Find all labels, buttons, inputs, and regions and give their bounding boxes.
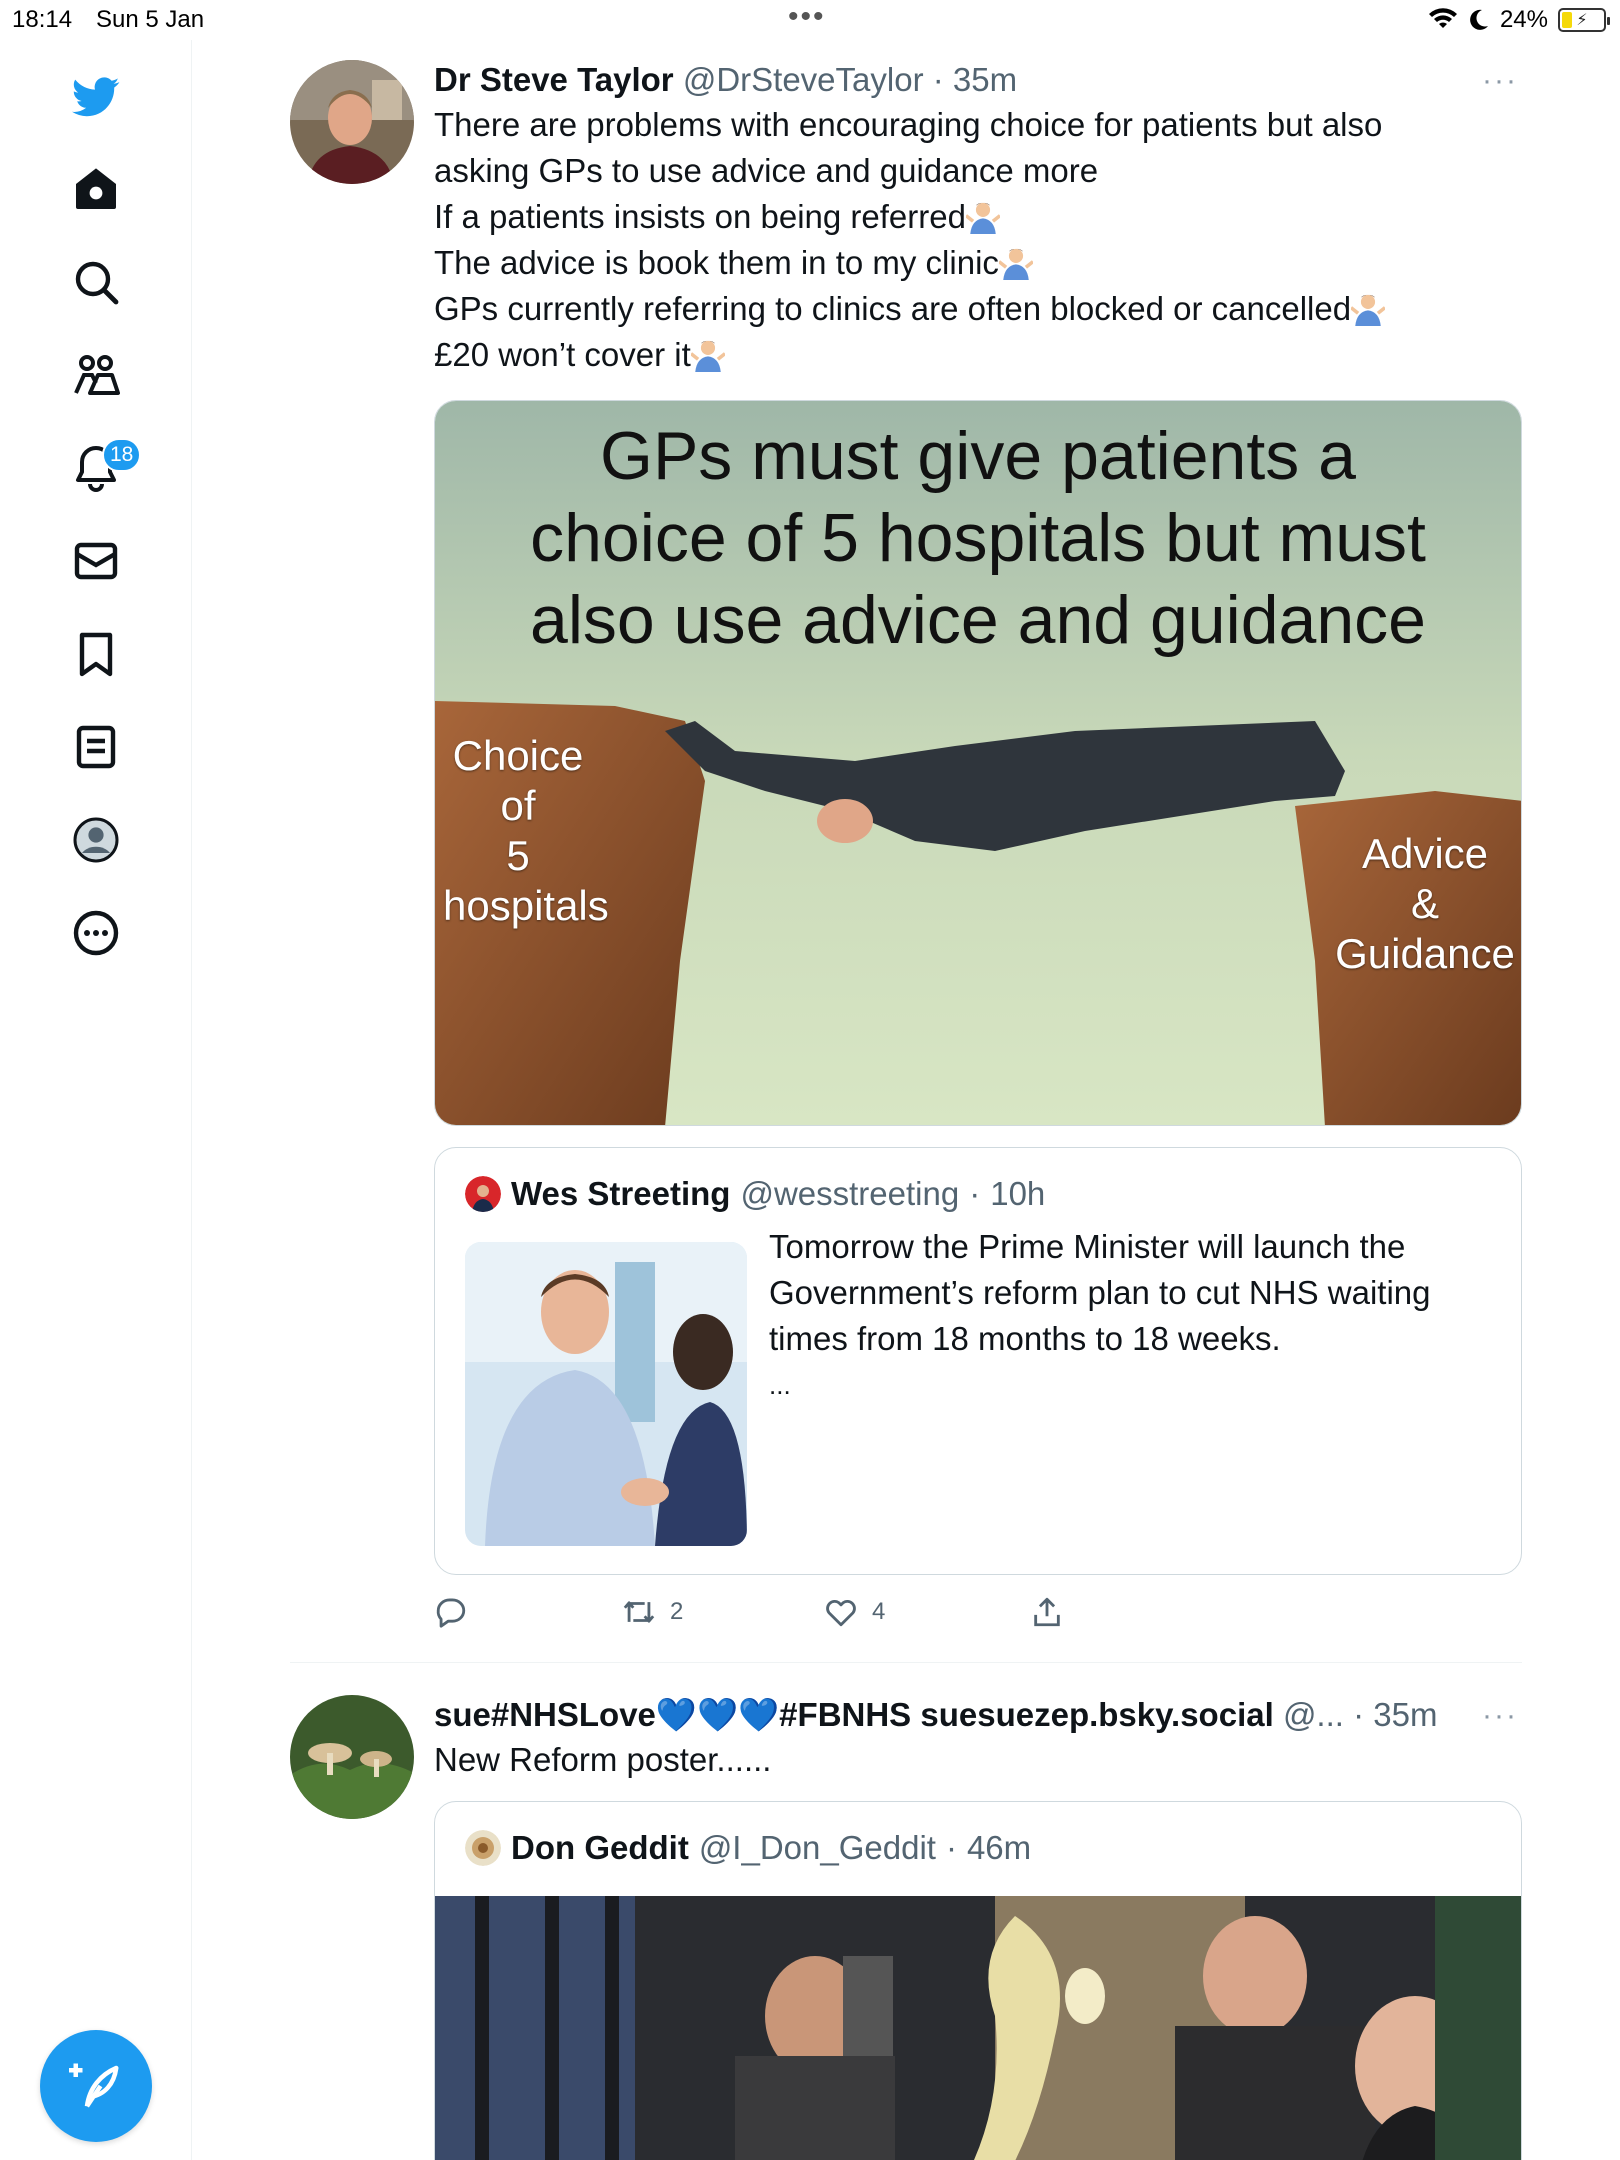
battery-percent: 24% xyxy=(1499,6,1548,33)
status-bar: 18:14 Sun 5 Jan ••• 24% ⚡ xyxy=(0,0,1620,40)
mail-icon xyxy=(74,542,118,580)
quoted-author-name: Don Geddit xyxy=(511,1829,689,1866)
more-options-icon[interactable]: ··· xyxy=(1482,1699,1518,1733)
man-shrugging-emoji-icon xyxy=(690,340,725,372)
tweet-body: Dr Steve Taylor @DrSteveTaylor · 35m ···… xyxy=(434,60,1522,1628)
do-not-disturb-moon-icon xyxy=(1470,9,1488,30)
like-count: 4 xyxy=(872,1598,886,1625)
tweet-actions: 2 4 xyxy=(434,1595,1134,1639)
retweet-button[interactable]: 2 xyxy=(622,1595,683,1629)
avatar[interactable] xyxy=(290,1695,414,1819)
like-button[interactable]: 4 xyxy=(824,1595,885,1629)
sidebar: 18 xyxy=(0,40,192,2160)
man-shrugging-emoji-icon xyxy=(998,248,1033,280)
multitasking-dots-icon[interactable]: ••• xyxy=(788,0,826,34)
sidebar-item-profile[interactable] xyxy=(60,804,132,876)
quoted-tweet-image[interactable] xyxy=(465,1242,747,1546)
tweet[interactable]: Dr Steve Taylor @DrSteveTaylor · 35m ···… xyxy=(290,60,1522,1660)
meme-label-left: Choice of 5 hospitals xyxy=(443,732,609,929)
author-handle[interactable]: @DrSteveTaylor xyxy=(683,61,924,98)
separator: · xyxy=(945,1829,957,1866)
tweet-image[interactable]: GPs must give patients a choice of 5 hos… xyxy=(434,400,1522,1126)
home-icon xyxy=(76,168,116,209)
quoted-tweet-time: 10h xyxy=(990,1175,1046,1212)
sidebar-item-lists[interactable] xyxy=(60,711,132,783)
tweet-line: The advice is book them in to my clinic xyxy=(434,240,1522,286)
quoted-tweet-image[interactable] xyxy=(435,1896,1521,2160)
quoted-author-handle: @I_Don_Geddit xyxy=(698,1829,936,1866)
reply-icon xyxy=(436,1598,466,1628)
quoted-tweet-time: 46m xyxy=(966,1829,1032,1866)
compose-tweet-button[interactable] xyxy=(40,2030,152,2142)
tweet-time[interactable]: 35m xyxy=(1373,1696,1437,1733)
battery-level-fill xyxy=(1562,12,1572,28)
separator: · xyxy=(969,1175,981,1212)
list-icon xyxy=(76,725,116,769)
tweet-text: There are problems with encouraging choi… xyxy=(434,102,1522,378)
quoted-author-name: Wes Streeting xyxy=(511,1175,731,1212)
more-options-icon[interactable]: ··· xyxy=(1482,64,1518,98)
bookmark-icon xyxy=(79,632,113,677)
sidebar-item-home[interactable] xyxy=(60,153,132,225)
charging-bolt-icon: ⚡ xyxy=(1576,12,1588,29)
sidebar-item-more[interactable] xyxy=(60,897,132,969)
tweet-line: asking GPs to use advice and guidance mo… xyxy=(434,152,1099,189)
avatar-photo xyxy=(290,60,414,184)
quoted-tweet[interactable]: Don Geddit @I_Don_Geddit · 46m xyxy=(434,1801,1522,2160)
avatar[interactable] xyxy=(465,1830,501,1866)
tweet-line: GPs currently referring to clinics are o… xyxy=(434,286,1522,332)
quoted-tweet-header: Don Geddit @I_Don_Geddit · 46m xyxy=(465,1828,1031,1868)
separator: · xyxy=(932,61,944,98)
status-date: Sun 5 Jan xyxy=(96,6,205,33)
feather-plus-icon xyxy=(69,2063,119,2108)
avatar[interactable] xyxy=(290,60,414,184)
status-time: 18:14 xyxy=(12,6,73,33)
meme-title: GPs must give patients a choice of 5 hos… xyxy=(530,418,1426,658)
tweet-header: Dr Steve Taylor @DrSteveTaylor · 35m xyxy=(434,60,1522,100)
sidebar-item-communities[interactable] xyxy=(60,339,132,411)
twitter-logo[interactable] xyxy=(60,60,132,132)
tweet-divider xyxy=(290,1662,1522,1663)
man-shrugging-emoji-icon xyxy=(965,202,1000,234)
author-name[interactable]: Dr Steve Taylor xyxy=(434,61,674,98)
separator: · xyxy=(1353,1696,1365,1733)
more-circle-icon xyxy=(73,910,119,956)
man-shrugging-emoji-icon xyxy=(1351,294,1386,326)
tweet-line: £20 won’t cover it xyxy=(434,332,1522,378)
quoted-tweet-text: Tomorrow the Prime Minister will launch … xyxy=(769,1228,1431,1400)
battery-icon: ⚡ xyxy=(1558,8,1610,32)
tweet-time[interactable]: 35m xyxy=(953,61,1017,98)
status-right: 24% ⚡ xyxy=(1428,6,1610,34)
tweet[interactable]: sue#NHSLove💙💙💙#FBNHS suesuezep.bsky.soci… xyxy=(290,1695,1522,2160)
heart-icon xyxy=(826,1599,856,1627)
search-icon xyxy=(75,261,119,305)
tweet-line: There are problems with encouraging choi… xyxy=(434,106,1383,143)
tweet-header: sue#NHSLove💙💙💙#FBNHS suesuezep.bsky.soci… xyxy=(434,1695,1522,1735)
quoted-tweet-header: Wes Streeting @wesstreeting · 10h xyxy=(465,1174,1045,1214)
profile-icon xyxy=(73,817,119,863)
sidebar-item-bookmarks[interactable] xyxy=(60,618,132,690)
retweet-icon xyxy=(623,1601,655,1623)
sidebar-item-notifications[interactable]: 18 xyxy=(60,432,142,504)
sidebar-item-messages[interactable] xyxy=(60,525,132,597)
author-handle[interactable]: @... xyxy=(1283,1696,1344,1733)
people-icon xyxy=(74,355,120,395)
share-icon xyxy=(1034,1597,1060,1627)
avatar[interactable] xyxy=(465,1176,501,1212)
wifi-icon xyxy=(1428,8,1457,28)
bird-icon xyxy=(72,77,120,117)
tweet-text: New Reform poster...... xyxy=(434,1741,772,1778)
tweet-line: If a patients insists on being referred xyxy=(434,194,1522,240)
quoted-tweet[interactable]: Wes Streeting @wesstreeting · 10h Tomorr… xyxy=(434,1147,1522,1575)
tweet-body: sue#NHSLove💙💙💙#FBNHS suesuezep.bsky.soci… xyxy=(434,1695,1522,2160)
quoted-author-handle: @wesstreeting xyxy=(740,1175,960,1212)
notification-count-badge: 18 xyxy=(102,438,142,472)
reply-button[interactable] xyxy=(434,1595,482,1629)
retweet-count: 2 xyxy=(670,1598,684,1625)
author-name[interactable]: sue#NHSLove💙💙💙#FBNHS suesuezep.bsky.soci… xyxy=(434,1696,1274,1733)
sidebar-item-explore[interactable] xyxy=(60,246,132,318)
avatar-photo xyxy=(290,1695,414,1819)
meme-label-right: Advice & Guidance xyxy=(1335,830,1515,977)
share-button[interactable] xyxy=(1030,1595,1064,1629)
